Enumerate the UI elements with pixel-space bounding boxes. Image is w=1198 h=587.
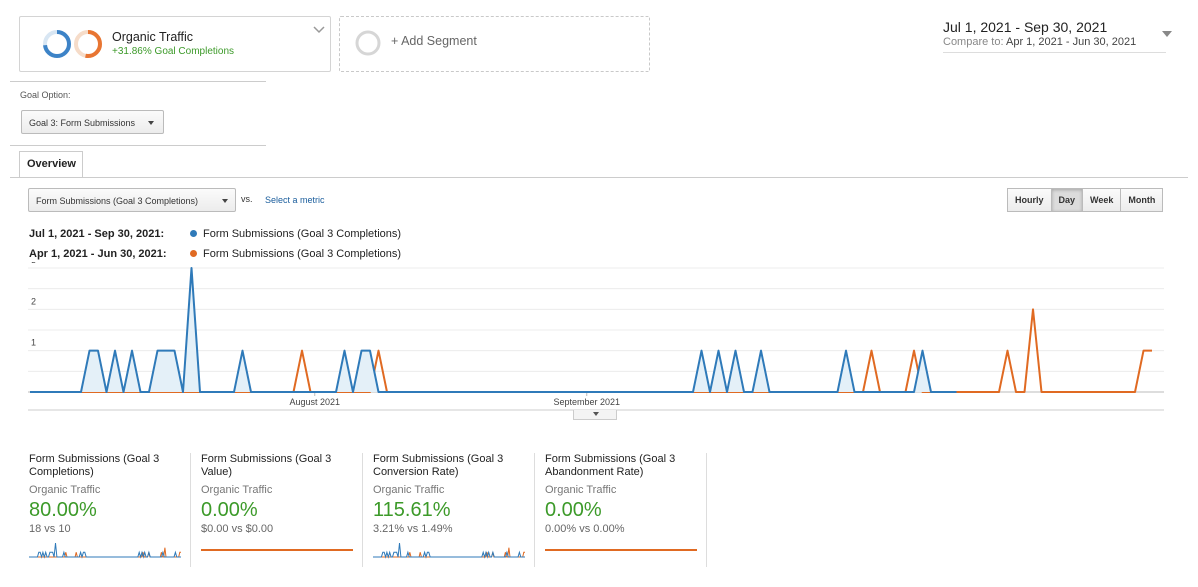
legend-metric: Form Submissions (Goal 3 Completions)	[203, 228, 402, 240]
caret-down-icon	[148, 121, 154, 125]
metric-card-value: 0.00%	[545, 499, 602, 521]
tab-overview[interactable]: Overview	[19, 151, 83, 178]
metric-card-compare: $0.00 vs $0.00	[201, 523, 274, 535]
add-segment-label: + Add Segment	[391, 34, 477, 48]
legend-row-previous: Apr 1, 2021 - Jun 30, 2021:	[29, 248, 167, 260]
week-button[interactable]: Week	[1082, 188, 1122, 212]
granularity-buttons: Hourly Day Week Month	[1007, 188, 1164, 212]
caret-down-icon	[593, 412, 599, 416]
sparkline	[29, 542, 181, 559]
metric-card-completions: Form Submissions (Goal 3 Completions) Or…	[29, 453, 189, 565]
legend-dot-icon	[190, 250, 197, 257]
card-divider	[362, 453, 363, 567]
metric-card-segment: Organic Traffic	[373, 484, 445, 496]
date-range-picker[interactable]: Jul 1, 2021 - Sep 30, 2021 Compare to: A…	[943, 19, 1172, 53]
metric-select-value: Form Submissions (Goal 3 Completions)	[36, 196, 199, 206]
tab-divider	[10, 177, 1188, 178]
compare-to-label: Compare to:	[943, 36, 1004, 48]
legend-metric-previous: Form Submissions (Goal 3 Completions)	[190, 248, 401, 260]
metric-card-segment: Organic Traffic	[201, 484, 273, 496]
x-tick-label: August 2021	[289, 397, 340, 407]
metric-card-title: Form Submissions (Goal 3 Value)	[201, 453, 332, 478]
date-range-primary: Jul 1, 2021 - Sep 30, 2021	[943, 19, 1108, 35]
metric-card-abandonment-rate: Form Submissions (Goal 3 Abandonment Rat…	[545, 453, 705, 565]
y-tick-label: 1	[31, 338, 36, 348]
metric-card-title: Form Submissions (Goal 3 Conversion Rate…	[373, 453, 504, 478]
sparkline-line	[373, 542, 525, 559]
legend-row-current: Jul 1, 2021 - Sep 30, 2021:	[29, 228, 164, 240]
card-divider	[706, 453, 707, 567]
hourly-button[interactable]: Hourly	[1007, 188, 1052, 212]
sparkline	[545, 549, 697, 551]
metric-card-title: Form Submissions (Goal 3 Abandonment Rat…	[545, 453, 676, 478]
vs-label: vs.	[241, 194, 253, 204]
goal-option-label: Goal Option:	[20, 90, 71, 100]
empty-segment-ring-icon	[355, 30, 381, 56]
add-segment-button[interactable]: + Add Segment	[339, 16, 650, 72]
caret-down-icon	[222, 199, 228, 203]
metric-card-value: 115.61%	[373, 499, 451, 521]
metric-card-segment: Organic Traffic	[29, 484, 101, 496]
segment-title: Organic Traffic	[112, 30, 194, 44]
metric-card-conversion-rate: Form Submissions (Goal 3 Conversion Rate…	[373, 453, 533, 565]
metric-card-compare: 3.21% vs 1.49%	[373, 523, 453, 535]
goal-option-value: Goal 3: Form Submissions	[29, 118, 136, 128]
goal-option-select[interactable]: Goal 3: Form Submissions	[21, 110, 164, 134]
divider	[10, 81, 266, 82]
metric-card-value: 80.00%	[29, 499, 97, 521]
tab-overview-label: Overview	[27, 158, 76, 170]
sparkline	[201, 549, 353, 551]
month-button[interactable]: Month	[1120, 188, 1164, 212]
day-button[interactable]: Day	[1050, 188, 1084, 212]
card-divider	[534, 453, 535, 567]
legend-metric-current: Form Submissions (Goal 3 Completions)	[190, 228, 401, 240]
segment-rings-icon	[43, 30, 102, 58]
y-tick-label: 2	[31, 296, 36, 306]
divider	[10, 145, 266, 146]
legend-range: Apr 1, 2021 - Jun 30, 2021:	[29, 248, 167, 260]
line-chart: 1 2 3 August 2021 September 2021	[28, 262, 1164, 411]
compare-range-value: Apr 1, 2021 - Jun 30, 2021	[1005, 36, 1137, 48]
segment-subtitle: +31.86% Goal Completions	[112, 46, 235, 57]
sparkline-line	[29, 542, 181, 559]
legend-range: Jul 1, 2021 - Sep 30, 2021:	[29, 228, 165, 240]
metric-select[interactable]: Form Submissions (Goal 3 Completions)	[28, 188, 236, 212]
metric-card-compare: 0.00% vs 0.00%	[545, 523, 625, 535]
caret-down-icon[interactable]	[1162, 31, 1172, 37]
chevron-down-icon[interactable]	[312, 23, 326, 37]
metric-card-title: Form Submissions (Goal 3 Completions)	[29, 453, 160, 478]
y-tick-label: 3	[31, 262, 36, 265]
sparkline	[373, 542, 525, 559]
card-divider	[190, 453, 191, 567]
legend-dot-icon	[190, 230, 197, 237]
expand-chart-button[interactable]	[573, 410, 617, 420]
select-metric-link[interactable]: Select a metric	[265, 195, 325, 205]
metric-card-compare: 18 vs 10	[29, 523, 71, 535]
legend-metric: Form Submissions (Goal 3 Completions)	[203, 248, 402, 260]
metric-card-value-goal: Form Submissions (Goal 3 Value) Organic …	[201, 453, 361, 565]
x-tick-label: September 2021	[553, 397, 620, 407]
segment-card-organic-traffic[interactable]: Organic Traffic +31.86% Goal Completions	[19, 16, 331, 72]
metric-card-value: 0.00%	[201, 499, 258, 521]
date-range-compare: Compare to: Apr 1, 2021 - Jun 30, 2021	[943, 36, 1136, 48]
metric-card-segment: Organic Traffic	[545, 484, 617, 496]
